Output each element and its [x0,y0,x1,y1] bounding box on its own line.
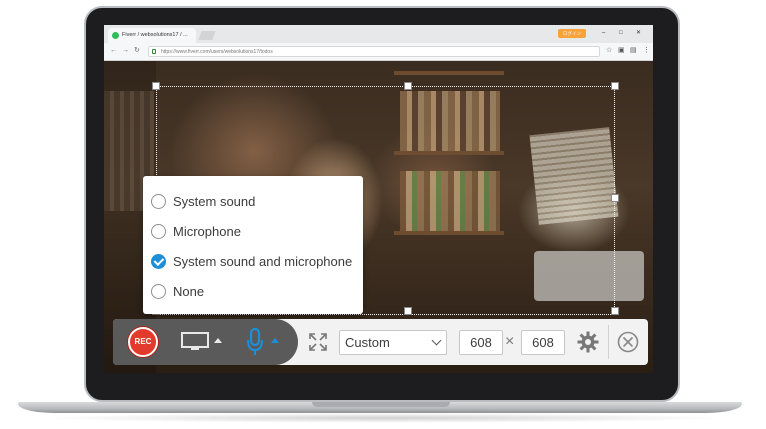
rec-button[interactable]: REC [128,327,158,357]
gear-icon[interactable] [577,331,599,353]
back-icon[interactable]: ← [110,45,117,57]
toolbar-divider [608,325,609,359]
resize-handle[interactable] [611,82,619,90]
option-label: System sound [173,193,256,209]
microphone-icon[interactable] [245,327,265,357]
audio-source-menu: System sound Microphone System sound and… [143,176,363,314]
tab-title: Fiverr / websolutions17 / ... [122,32,188,38]
laptop-notch [312,402,450,407]
option-label: Microphone [173,223,241,239]
option-none[interactable]: None [151,280,361,302]
menu-icon[interactable]: ⋮ [643,45,650,57]
option-label: None [173,283,205,299]
extension-icon[interactable]: ▣ [618,45,625,57]
checked-radio-icon[interactable] [151,253,166,269]
expand-icon[interactable] [308,332,328,352]
maximize-icon[interactable]: □ [619,28,623,38]
close-icon[interactable] [617,331,639,353]
option-system-sound[interactable]: System sound [151,190,361,212]
address-bar[interactable]: https://www.fiverr.com/users/websolution… [148,46,600,57]
browser-tab[interactable]: Fiverr / websolutions17 / ... [108,28,196,43]
new-tab-button[interactable] [198,31,216,40]
radio-button[interactable] [151,193,166,209]
forward-icon[interactable]: → [122,45,129,57]
option-microphone[interactable]: Microphone [151,220,361,242]
resize-handle[interactable] [611,307,619,315]
dimension-separator: × [505,333,515,350]
browser-toolbar: ← → ↻ https://www.fiverr.com/users/webso… [104,43,653,61]
option-label: System sound and microphone [173,253,353,269]
address-text: https://www.fiverr.com/users/websolution… [161,49,273,55]
size-preset-select[interactable]: Custom [339,330,447,355]
chevron-down-icon [431,335,442,346]
monitor-icon[interactable] [181,332,209,351]
resize-handle[interactable] [152,82,160,90]
laptop-shadow [40,413,730,423]
cast-icon[interactable]: ▤ [630,45,637,57]
favicon-icon [112,32,119,39]
option-system-and-microphone[interactable]: System sound and microphone [151,250,361,272]
height-input[interactable]: 608 [521,330,565,355]
resize-handle[interactable] [404,307,412,315]
shelf [394,71,504,75]
bookmark-star-icon[interactable]: ☆ [606,45,612,57]
reload-icon[interactable]: ↻ [134,45,140,57]
size-preset-value: Custom [345,335,390,350]
close-window-icon[interactable]: ✕ [636,28,641,38]
lock-icon [152,49,156,54]
microphone-menu-caret-icon[interactable] [271,338,279,343]
width-input[interactable]: 608 [459,330,503,355]
tab-bar: Fiverr / websolutions17 / ... ログイン – □ ✕ [104,25,653,43]
minimize-icon[interactable]: – [602,28,605,38]
radio-button[interactable] [151,223,166,239]
window-badge: ログイン [558,29,586,38]
resize-handle[interactable] [611,194,619,202]
radio-button[interactable] [151,283,166,299]
monitor-menu-caret-icon[interactable] [214,338,222,343]
resize-handle[interactable] [404,82,412,90]
